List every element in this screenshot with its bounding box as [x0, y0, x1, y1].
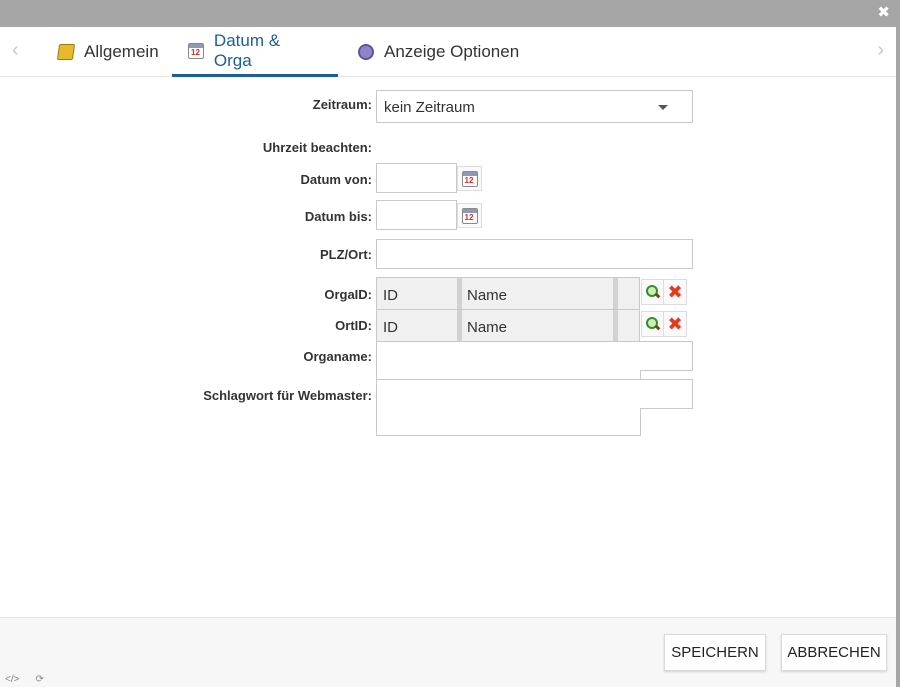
calendar-icon [188, 42, 204, 59]
plz-ort-input[interactable] [376, 239, 693, 269]
chevron-down-icon [658, 105, 668, 110]
ort-id-col-id: ID [383, 319, 398, 336]
tab-datum-orga[interactable]: Datum & Orga [172, 27, 338, 77]
datum-von-label: Datum von: [300, 172, 373, 187]
schlagwort-input[interactable] [376, 379, 693, 409]
tab-label: Anzeige Optionen [384, 42, 520, 61]
window-titlebar: ✖ [0, 0, 900, 27]
tab-label: Datum & Orga [213, 30, 281, 70]
refresh-icon[interactable]: ⟳ [35, 674, 43, 685]
column-divider [457, 310, 462, 341]
zeitraum-select[interactable]: kein Zeitraum [376, 90, 693, 123]
ort-id-clear-button[interactable]: ✖ [663, 311, 687, 337]
datum-von-input[interactable] [376, 163, 457, 193]
folder-icon [56, 44, 76, 60]
tab-bar: ‹ Allgemein Datum & Orga Anzeige Optione… [0, 27, 896, 77]
code-icon[interactable]: </> [5, 674, 19, 685]
chevron-right-icon[interactable]: › [877, 40, 884, 60]
orga-id-col-id: ID [383, 287, 398, 304]
delete-icon: ✖ [667, 314, 683, 334]
chevron-left-icon[interactable]: ‹ [12, 40, 19, 60]
ort-id-search-button[interactable] [641, 311, 665, 337]
bottom-toolbar: </> ⟳ [5, 674, 44, 685]
column-divider [613, 310, 618, 341]
datum-bis-calendar-button[interactable] [457, 203, 482, 228]
calendar-icon [461, 170, 478, 187]
organame-label: Organame: [303, 349, 372, 364]
datum-bis-input[interactable] [376, 200, 457, 230]
column-divider [457, 278, 462, 309]
orga-id-col-name: Name [467, 287, 508, 304]
datum-bis-label: Datum bis: [304, 209, 372, 224]
zeitraum-label: Zeitraum: [312, 97, 372, 112]
ort-id-col-name: Name [467, 319, 508, 336]
plz-ort-label: PLZ/Ort: [320, 247, 372, 262]
delete-icon: ✖ [667, 282, 683, 302]
tab-allgemein[interactable]: Allgemein [42, 27, 175, 77]
datum-von-calendar-button[interactable] [457, 166, 482, 191]
ort-id-label: OrtID: [335, 318, 372, 333]
schlagwort-dropdown [376, 408, 641, 436]
uhrzeit-label: Uhrzeit beachten: [262, 140, 372, 155]
orga-id-grid[interactable]: ID Name [376, 277, 640, 310]
orga-id-clear-button[interactable]: ✖ [663, 279, 687, 305]
tab-anzeige-optionen[interactable]: Anzeige Optionen [342, 27, 535, 77]
column-divider [613, 278, 618, 309]
orga-id-search-button[interactable] [641, 279, 665, 305]
organame-input[interactable] [376, 341, 693, 371]
tab-label: Allgemein [84, 42, 159, 61]
save-button[interactable]: SPEICHERN [664, 634, 766, 671]
gear-icon [358, 44, 374, 60]
zeitraum-value: kein Zeitraum [384, 99, 475, 116]
search-icon [646, 317, 660, 331]
calendar-icon [461, 207, 478, 224]
search-icon [646, 285, 660, 299]
close-icon[interactable]: ✖ [877, 5, 890, 21]
orga-id-label: OrgaID: [324, 287, 372, 302]
cancel-button[interactable]: ABBRECHEN [781, 634, 887, 671]
ort-id-grid[interactable]: ID Name [376, 309, 640, 342]
schlagwort-label: Schlagwort für Webmaster: [203, 388, 372, 403]
window-edge [896, 27, 900, 687]
